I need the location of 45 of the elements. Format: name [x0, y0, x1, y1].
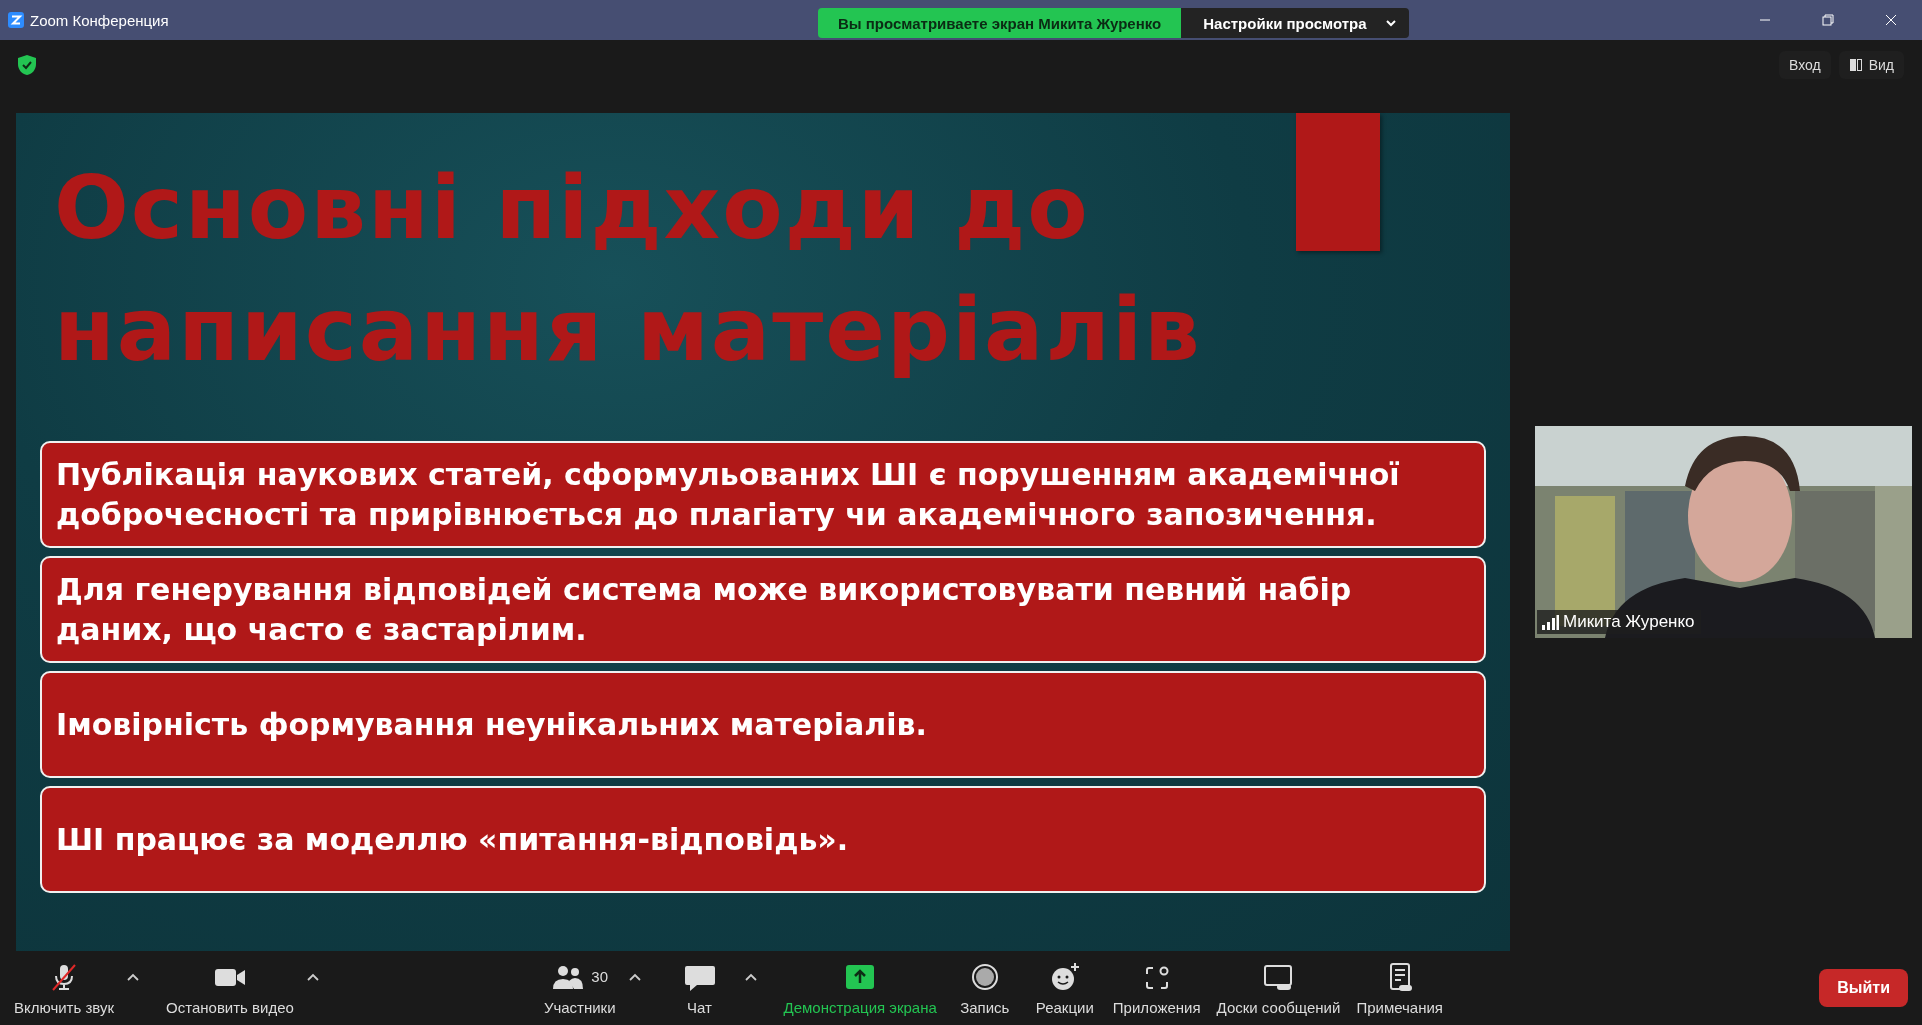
button-label: Демонстрация экрана [783, 998, 937, 1016]
apps-button[interactable]: Приложения [1104, 956, 1209, 1020]
button-label: Доски сообщений [1216, 998, 1341, 1016]
slide-title: написання матеріалів [54, 277, 1202, 383]
share-notice: Вы просматриваете экран Микита Журенко [818, 8, 1182, 38]
close-icon [1883, 13, 1898, 27]
button-label: Чат [687, 998, 712, 1016]
signal-icon [1541, 614, 1559, 630]
chat-button[interactable]: Чат [659, 956, 740, 1020]
whiteboard-button[interactable]: Доски сообщений [1208, 956, 1349, 1020]
view-options-menu[interactable]: Настройки просмотра [1181, 8, 1409, 38]
button-label: Остановить видео [166, 998, 294, 1016]
record-button[interactable]: Запись [944, 956, 1025, 1020]
caret-icon [127, 972, 140, 981]
participant-count: 30 [591, 968, 609, 985]
sign-in-button[interactable]: Вход [1779, 51, 1831, 79]
share-button[interactable]: Демонстрация экрана [775, 956, 945, 1020]
participant-name: Микита Журенко [1563, 612, 1695, 632]
point-text: Публікація наукових статей, сформульованих ШІ є порушенням академічної доброчесності та прирівнюється до плагіату чи академічного запозичення. [56, 455, 1401, 534]
slide-title: Основні підходи до [54, 155, 1090, 261]
leave-button[interactable]: Выйти [1819, 969, 1908, 1007]
camera-button[interactable]: Остановить видео [158, 956, 302, 1020]
button-label: Участники [543, 998, 616, 1016]
view-layout-icon [1848, 58, 1863, 72]
view-button[interactable]: Вид [1838, 51, 1904, 79]
caret-icon [306, 972, 319, 981]
reactions-button[interactable]: Реакции [1024, 956, 1105, 1020]
button-label: Примечания [1356, 998, 1443, 1016]
participants-button[interactable]: 30 Участники [535, 956, 624, 1020]
chevron-down-icon [1384, 17, 1397, 29]
point-text: Для генерування відповідей система може використовувати певний набір даних, що часто є застарілим. [56, 570, 1353, 649]
button-label: Реакции [1035, 998, 1094, 1016]
mic-button[interactable]: Включить звук [6, 956, 123, 1020]
button-label: Включить звук [14, 998, 115, 1016]
window-title: Zoom Конференция [30, 11, 169, 29]
shield-icon[interactable] [16, 54, 38, 76]
app-logo-icon [8, 12, 24, 28]
restore-icon [1820, 13, 1835, 27]
caret-icon [628, 972, 641, 981]
button-label: Приложения [1112, 998, 1201, 1016]
notes-button[interactable]: Примечания [1348, 956, 1451, 1020]
point-text: Імовірність формування неунікальних матеріалів. [56, 705, 927, 744]
caret-icon [744, 972, 757, 981]
point-text: ШІ працює за моделлю «питання-відповідь». [56, 820, 849, 859]
button-label: Запись [960, 998, 1010, 1016]
